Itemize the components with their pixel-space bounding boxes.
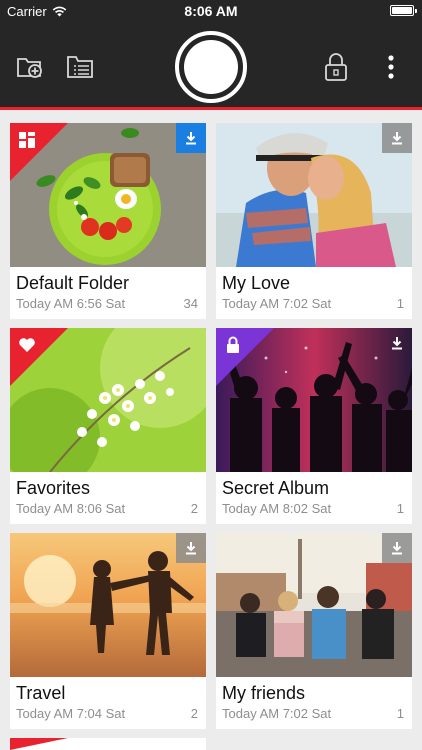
status-bar: Carrier 8:06 AM [0,0,422,22]
new-folder-button[interactable] [16,52,46,82]
album-count: 1 [396,296,404,311]
album-count: 2 [190,501,198,516]
clock: 8:06 AM [184,3,238,19]
album-card[interactable]: Secret Album Today AM 8:02 Sat 1 [216,328,412,524]
download-button[interactable] [176,533,206,563]
album-title: Favorites [16,478,91,498]
list-icon [67,56,93,78]
album-title: My Love [222,273,291,293]
download-button[interactable] [382,533,412,563]
album-title: My friends [222,683,306,703]
heart-icon [18,336,36,354]
album-count: 34 [183,296,198,311]
album-badge [10,738,68,750]
more-options-button[interactable] [376,52,406,82]
battery-icon [390,5,417,16]
album-card[interactable]: Travel Today AM 7:04 Sat 2 [10,533,206,729]
album-date: Today AM 8:06 Sat [16,501,126,516]
album-list-button[interactable] [66,52,96,82]
album-count: 1 [396,501,404,516]
shutter-inner [184,40,238,94]
download-icon [186,542,196,555]
album-date: Today AM 7:02 Sat [222,706,332,721]
album-date: Today AM 7:02 Sat [222,296,332,311]
album-title: Secret Album [222,478,330,498]
download-button[interactable] [382,328,412,358]
download-icon [392,132,402,145]
album-count: 2 [190,706,198,721]
album-card[interactable]: My friends Today AM 7:02 Sat 1 [216,533,412,729]
camera-shutter-button[interactable] [175,31,247,103]
album-title: Travel [16,683,66,703]
album-date: Today AM 7:04 Sat [16,706,126,721]
download-button[interactable] [176,123,206,153]
album-date: Today AM 8:02 Sat [222,501,332,516]
download-icon [186,132,196,145]
lock-button[interactable] [321,52,351,82]
album-card[interactable]: Default Folder Today AM 6:56 Sat 34 [10,123,206,319]
top-toolbar [0,22,422,110]
album-title: Default Folder [16,273,130,293]
album-count: 1 [396,706,404,721]
album-card[interactable]: Favorites Today AM 8:06 Sat 2 [10,328,206,524]
download-button[interactable] [382,123,412,153]
more-vertical-icon [388,55,394,79]
lock-icon [224,336,242,354]
download-icon [392,542,402,555]
lock-icon [325,53,347,81]
grid-icon [18,131,36,149]
album-card[interactable]: My Love Today AM 7:02 Sat 1 [216,123,412,319]
download-icon [392,337,402,350]
album-date: Today AM 6:56 Sat [16,296,126,311]
album-card[interactable] [10,738,206,750]
folder-add-icon [17,58,42,78]
